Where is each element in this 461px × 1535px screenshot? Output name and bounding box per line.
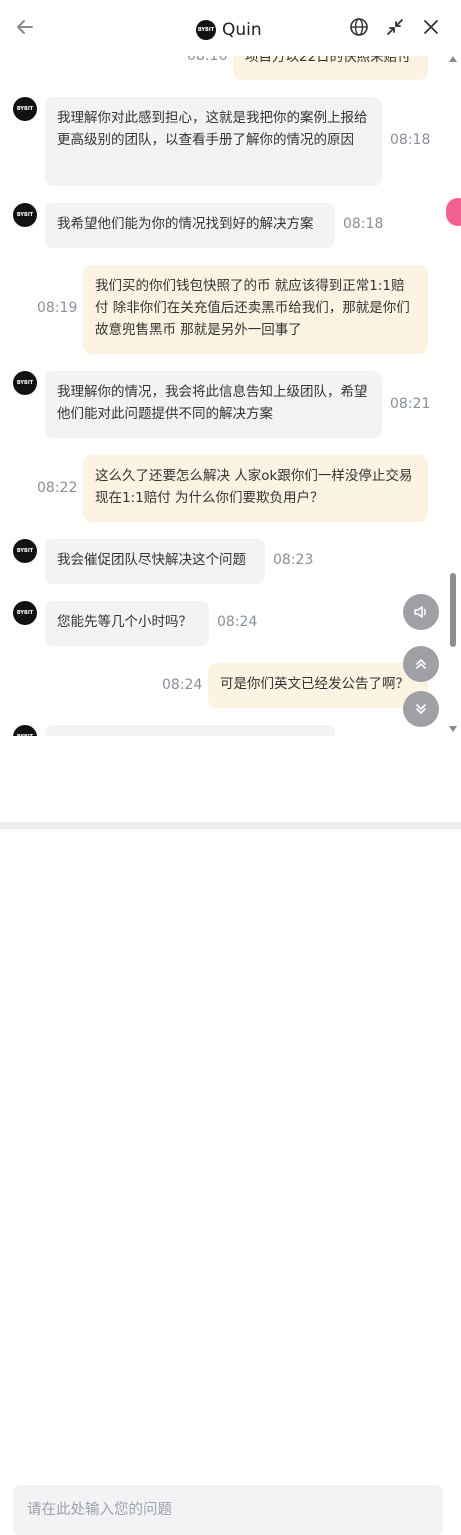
agent-avatar: BYBIT (13, 97, 37, 121)
user-message-bubble: 可是你们英文已经发公告了啊？ (208, 663, 428, 708)
message-input[interactable] (13, 1485, 443, 1535)
side-widget-tab[interactable] (446, 198, 461, 226)
double-chevron-down-icon[interactable] (403, 691, 439, 727)
agent-message-bubble: 我理解你的情况，我会将此信息告知上级团队，希望他们能对此问题提供不同的解决方案 (45, 371, 382, 438)
agent-name: Quin (222, 20, 262, 40)
message-time: 08:22 (37, 480, 78, 496)
collapse-icon[interactable] (384, 16, 406, 38)
double-chevron-up-icon[interactable] (403, 646, 439, 682)
message-time: 08:21 (390, 396, 431, 412)
scroll-up-arrow[interactable] (449, 56, 457, 62)
close-icon[interactable] (420, 16, 442, 38)
message-time: 08:18 (343, 216, 384, 232)
agent-message-bubble: 我希望他们能为你的情况找到好的解决方案 (45, 203, 335, 248)
bottom-divider (0, 822, 461, 829)
agent-avatar: BYBIT (13, 601, 37, 625)
composer (0, 736, 461, 1535)
bybit-logo: BYBIT (196, 20, 216, 40)
agent-avatar: BYBIT (13, 539, 37, 563)
agent-avatar: BYBIT (13, 725, 37, 736)
brand: BYBIT Quin (196, 20, 262, 40)
scroll-down-arrow[interactable] (449, 726, 457, 732)
scrollbar-thumb[interactable] (450, 573, 456, 647)
message-time: 08:23 (273, 552, 314, 568)
agent-avatar: BYBIT (13, 203, 37, 227)
agent-message-bubble: 您能先等几个小时吗？ (45, 601, 209, 646)
user-message-bubble: 我们买的你们钱包快照了的币 就应该得到正常1:1赔付 除非你们在关充值后还卖黑币… (83, 265, 428, 354)
globe-icon[interactable] (348, 16, 370, 38)
agent-avatar: BYBIT (13, 371, 37, 395)
agent-message-bubble (45, 725, 335, 736)
chat-header: BYBIT Quin (0, 0, 461, 56)
message-time: 08:24 (162, 677, 203, 693)
arrow-left-icon[interactable] (14, 16, 36, 38)
chat-area[interactable]: 08:16 项目方以22日的快照来赔付 BYBIT 我理解你对此感到担心，这就是… (0, 0, 446, 736)
speaker-icon[interactable] (403, 594, 439, 630)
agent-message-bubble: 我理解你对此感到担心，这就是我把你的案例上报给更高级别的团队，以查看手册了解你的… (45, 97, 382, 186)
agent-message-bubble: 我会催促团队尽快解决这个问题 (45, 539, 265, 584)
message-time: 08:19 (37, 300, 78, 316)
message-time: 08:18 (390, 132, 431, 148)
user-message-bubble: 这么久了还要怎么解决 人家ok跟你们一样没停止交易 现在1:1赔付 为什么你们要… (83, 455, 428, 522)
message-time: 08:24 (217, 614, 258, 630)
